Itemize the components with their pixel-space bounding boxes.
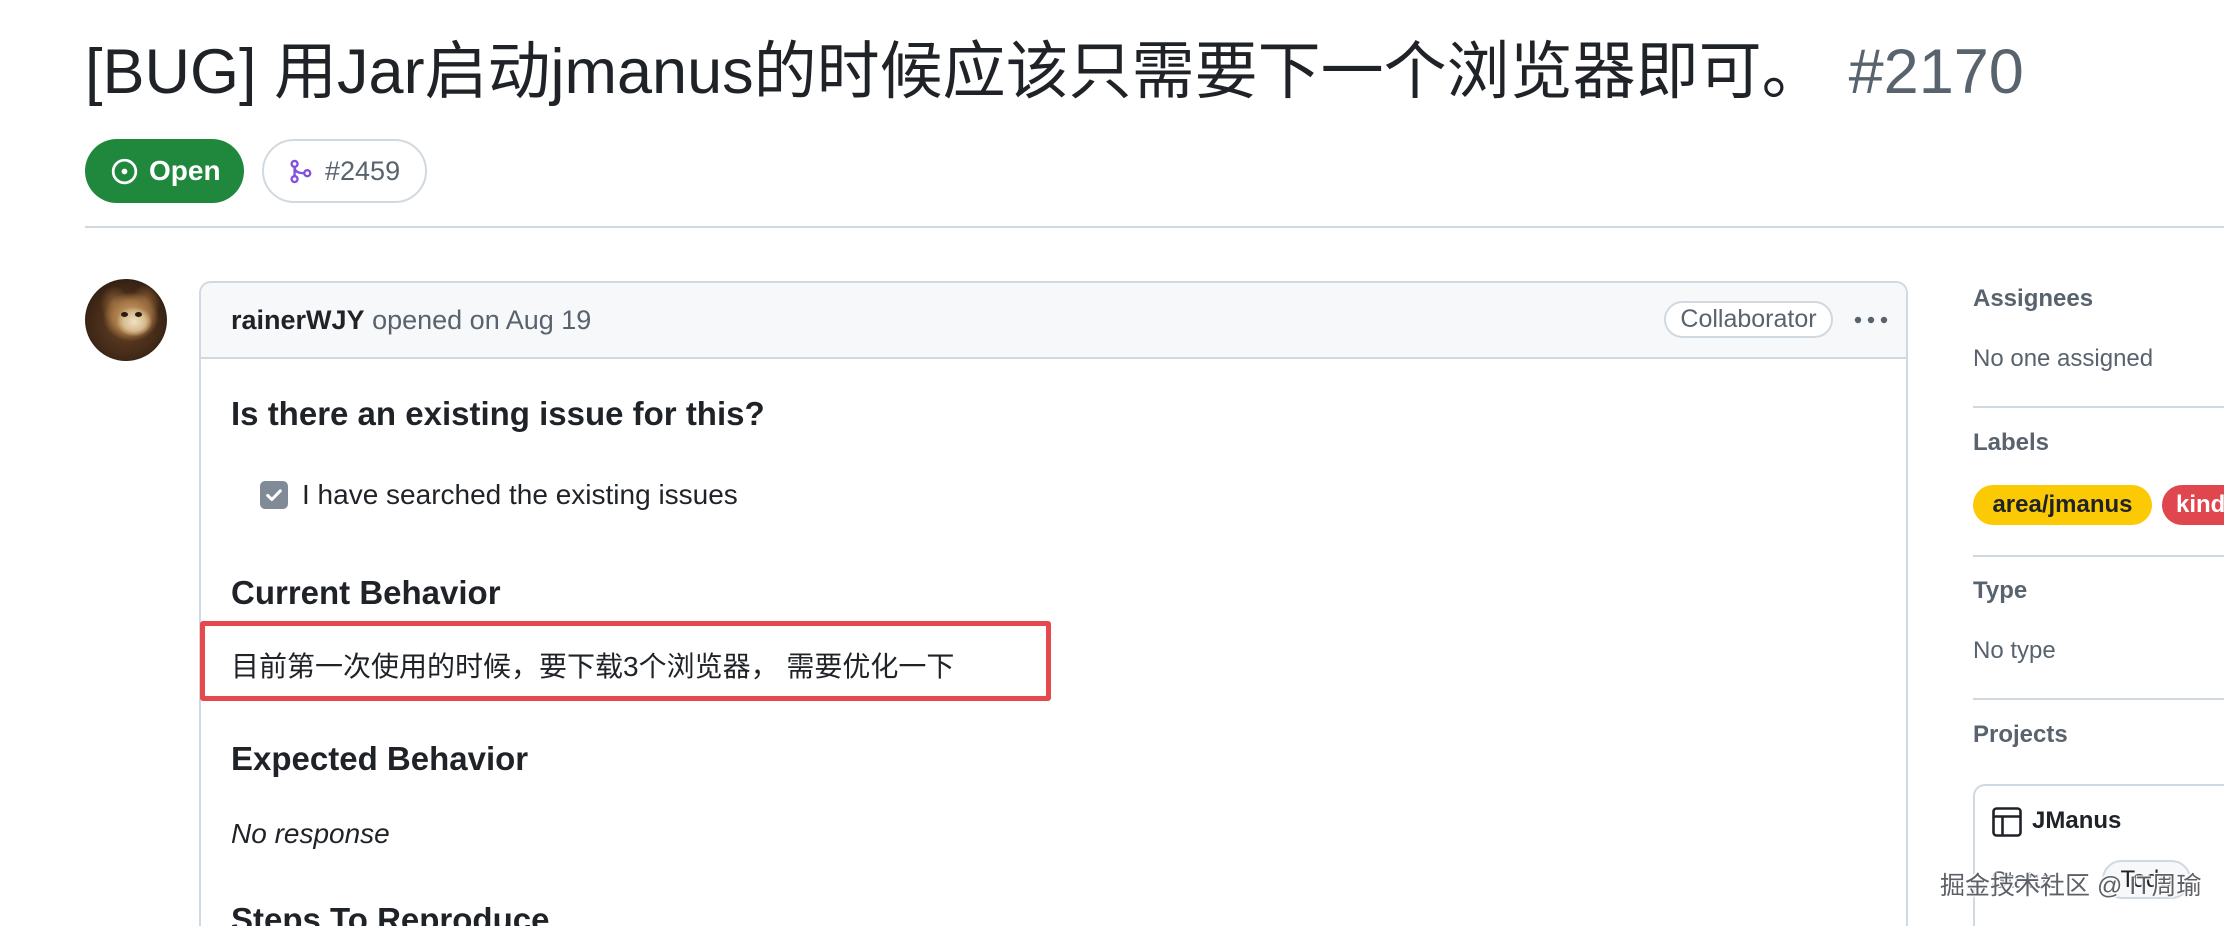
project-card: JManus Status Todo: [1973, 784, 2224, 926]
issue-sidebar: Assignees No one assigned Labels area/jm…: [1973, 0, 2224, 926]
current-behavior-text: 目前第一次使用的时候，要下载3个浏览器， 需要优化一下: [231, 651, 955, 682]
header-divider: [85, 226, 2224, 228]
labels-heading[interactable]: Labels: [1973, 427, 2049, 459]
issue-title-text: [BUG] 用Jar启动jmanus的时候应该只需要下一个浏览器即可。: [85, 37, 1825, 107]
avatar-eye: [121, 312, 128, 317]
git-merge-icon: [290, 159, 312, 183]
watermark: 掘金技术社区 @ IT周瑜: [1940, 872, 2202, 900]
existing-issue-checkbox-label: I have searched the existing issues: [302, 479, 738, 510]
current-behavior-heading: Current Behavior: [231, 574, 501, 611]
kebab-horizontal-icon: [1854, 316, 1888, 324]
assignees-heading[interactable]: Assignees: [1973, 283, 2093, 315]
projects-heading[interactable]: Projects: [1973, 719, 2068, 751]
check-icon: [266, 489, 282, 501]
label-pill[interactable]: kind: [2162, 485, 2224, 525]
avatar-eye: [135, 312, 142, 317]
issue-opened-icon: [111, 158, 138, 184]
assignees-value: No one assigned: [1973, 345, 2154, 372]
project-name-link[interactable]: JManus: [2032, 805, 2121, 837]
existing-issue-checkbox[interactable]: [260, 481, 288, 509]
comment-timestamp[interactable]: opened on Aug 19: [372, 305, 591, 335]
comment-author-line: rainerWJY opened on Aug 19: [231, 283, 591, 357]
linked-pull-request-number: #2459: [325, 156, 401, 186]
sidebar-divider: [1973, 698, 2224, 700]
linked-pull-request-link[interactable]: #2459: [262, 139, 427, 203]
issue-state-label: Open: [149, 155, 221, 186]
expected-behavior-heading: Expected Behavior: [231, 740, 529, 777]
type-heading[interactable]: Type: [1973, 575, 2027, 607]
table-icon: [1992, 807, 2022, 837]
expected-behavior-text: No response: [231, 818, 390, 849]
sidebar-divider: [1973, 555, 2224, 557]
comment-options-button[interactable]: [1847, 305, 1895, 335]
issue-comment: rainerWJY opened on Aug 19 Collaborator …: [199, 281, 1908, 926]
issue-title: [BUG] 用Jar启动jmanus的时候应该只需要下一个浏览器即可。 #2170: [85, 32, 2185, 112]
comment-author-link[interactable]: rainerWJY: [231, 305, 365, 335]
issue-state-badge: Open: [85, 139, 244, 203]
comment-header: rainerWJY opened on Aug 19 Collaborator: [201, 283, 1906, 359]
existing-issue-heading: Is there an existing issue for this?: [231, 395, 765, 432]
sidebar-divider: [1973, 406, 2224, 408]
steps-to-reproduce-heading: Steps To Reproduce: [231, 901, 550, 926]
avatar[interactable]: [85, 279, 167, 361]
type-value: No type: [1973, 637, 2056, 664]
author-role-badge: Collaborator: [1664, 301, 1833, 338]
label-pill[interactable]: area/jmanus: [1973, 485, 2152, 525]
